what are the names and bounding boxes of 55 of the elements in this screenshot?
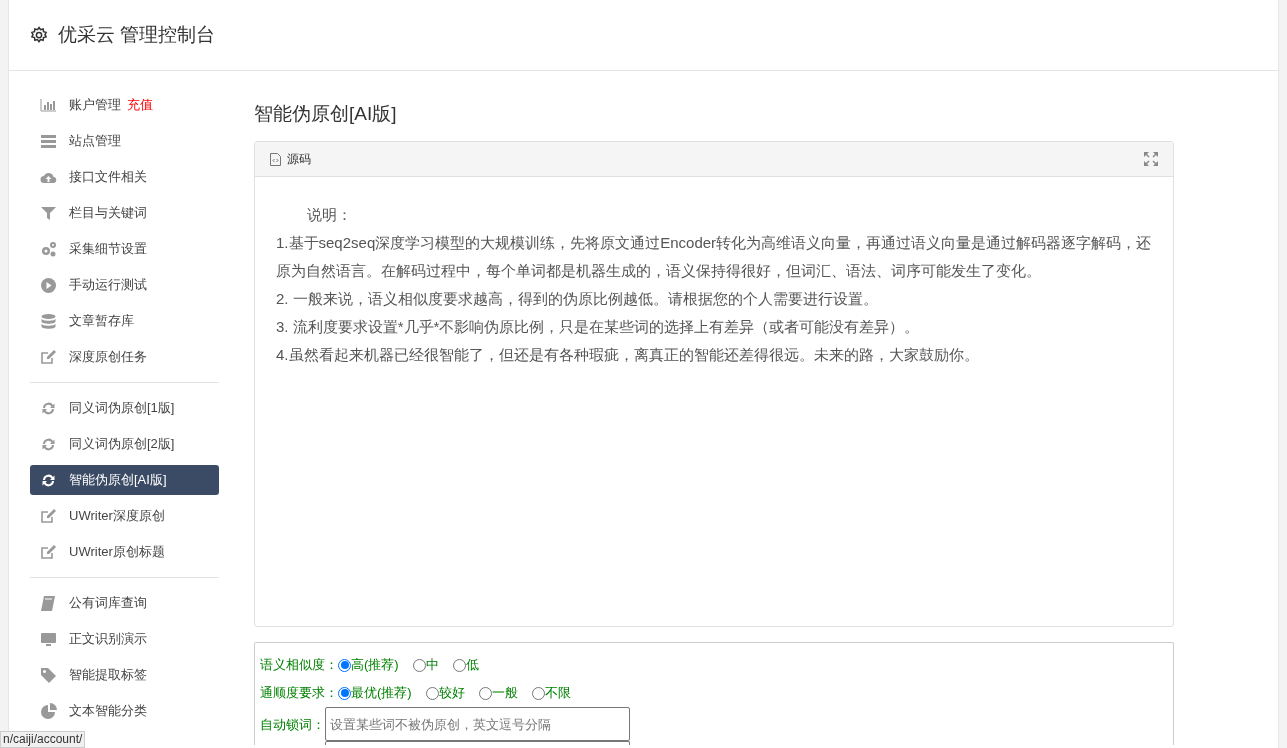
sidebar-label: 正文识别演示 [69,630,147,649]
sidebar-label: 采集细节设置 [69,240,147,259]
field-label: 自动锁词： [260,716,325,734]
sidebar-label: 账户管理 [69,96,121,115]
sidebar-label: 智能提取标签 [69,666,147,685]
sidebar-item[interactable]: 文章暂存库 [30,306,219,336]
sidebar-label: UWriter深度原创 [69,507,165,526]
note-paragraph: 2. 一般来说，语义相似度要求越高，得到的伪原比例越低。请根据您的个人需要进行设置。 [276,289,879,309]
sidebar-item[interactable]: 站点管理 [30,126,219,156]
sidebar-item[interactable]: UWriter深度原创 [30,501,219,531]
note-paragraph: 4.虽然看起来机器已经很智能了，但还是有各种瑕疵，离真正的智能还差得很远。未来的路，大家鼓励你。 [276,345,980,365]
input-field[interactable]: 设置某些词不被伪原创，英文逗号分隔 [325,707,630,741]
field-label: 通顺度要求： [260,684,338,703]
sidebar-item[interactable]: 深度原创任务 [30,342,219,372]
note-paragraph: 说明： [306,205,353,225]
sidebar-item[interactable]: 手动运行测试 [30,270,219,300]
radio-option[interactable]: 一般 [478,683,518,703]
note-paragraph: 1.基于seq2seq深度学习模型的大规模训练，先将原文通过Encoder转化为高维语义向量，再通过语义向量是通过解码器逐字解码，还原为自然语言。在解码过程中，每个单词都是机器生成的，语义保持得很好，但词汇、语法、词序可能发生了变化。 [276,233,1153,281]
sidebar-label: 接口文件相关 [69,168,147,187]
sidebar-item[interactable]: 同义词伪原创[1版] [30,393,219,423]
sidebar-item[interactable]: 账户管理 充值 [30,90,219,120]
sidebar-item[interactable]: 栏目与关键词 [30,198,219,228]
sidebar-item[interactable]: 正文识别演示 [30,624,219,654]
sidebar-label: UWriter原创标题 [69,543,165,562]
sidebar-label: 同义词伪原创[1版] [69,399,175,418]
status-url: n/caiji/account/ [0,731,86,748]
radio-option[interactable]: 不限 [531,683,571,703]
radio-option[interactable]: 较好 [425,683,465,703]
note-paragraph: 3. 流利度要求设置*几乎*不影响伪原比例，只是在某些词的选择上有差异（或者可能没有差异）。 [276,317,921,337]
sidebar-label: 栏目与关键词 [69,204,147,223]
console-title: 优采云 管理控制台 [58,22,216,47]
sidebar-item[interactable]: 采集细节设置 [30,234,219,264]
sidebar-item[interactable]: 文本智能分类 [30,696,219,726]
sidebar-item[interactable]: 智能提取标签 [30,660,219,690]
sidebar-label: 手动运行测试 [69,276,147,295]
recharge-link[interactable]: 充值 [127,95,153,115]
sidebar-label: 智能伪原创[AI版] [69,471,167,490]
source-tab[interactable]: 源码 [270,150,311,168]
field-label: 语义相似度： [260,656,338,675]
sidebar-item[interactable]: 公有词库查询 [30,588,219,618]
sidebar-label: 同义词伪原创[2版] [69,435,175,454]
sidebar-item[interactable]: 接口文件相关 [30,162,219,192]
sidebar-label: 公有词库查询 [69,594,147,613]
sidebar-label: 文本智能分类 [69,702,147,721]
radio-option[interactable]: 中 [412,655,439,675]
radio-option[interactable]: 高(推荐) [338,655,399,675]
radio-option[interactable]: 最优(推荐) [338,683,412,703]
sidebar-item[interactable]: UWriter原创标题 [30,537,219,567]
sidebar-label: 文章暂存库 [69,312,134,331]
sidebar-label: 深度原创任务 [69,348,147,367]
sidebar-item[interactable]: 同义词伪原创[2版] [30,429,219,459]
radio-option[interactable]: 低 [452,655,479,675]
sidebar-label: 站点管理 [69,132,121,151]
page-title: 智能伪原创[AI版] [254,102,398,126]
sidebar-item[interactable]: 智能伪原创[AI版] [30,465,219,495]
